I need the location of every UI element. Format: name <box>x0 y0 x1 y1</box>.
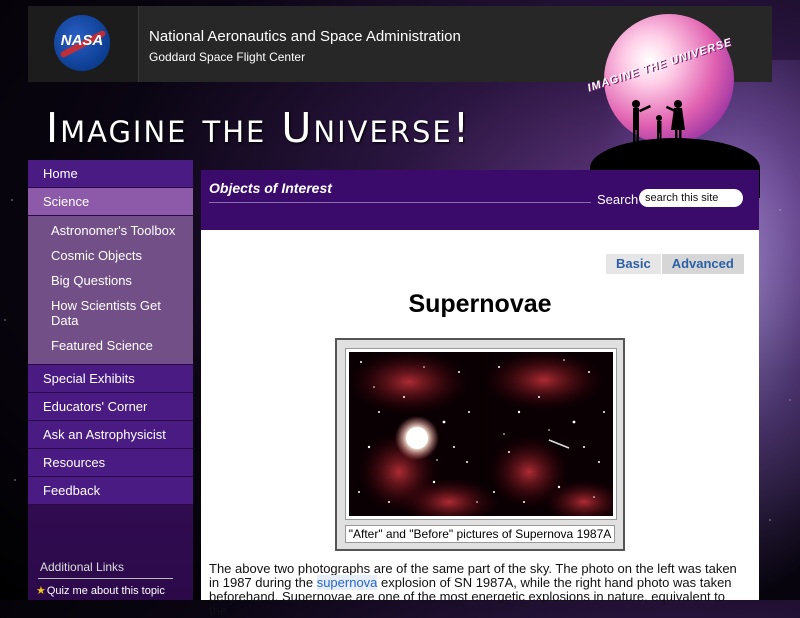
sidebar-subitem-astronomers-toolbox[interactable]: Astronomer's Toolbox <box>28 218 193 243</box>
sidebar-nav: Home Science Astronomer's Toolbox Cosmic… <box>28 160 193 600</box>
nasa-logo[interactable]: NASA <box>54 15 110 71</box>
nasa-logo-cell: NASA <box>28 6 139 82</box>
site-banner-title[interactable]: Imagine the Universe! <box>46 104 471 152</box>
sidebar-item-ask-an-astrophysicist[interactable]: Ask an Astrophysicist <box>28 421 193 449</box>
section-title: Objects of Interest <box>209 180 332 196</box>
section-header: Objects of Interest Search <box>201 170 759 230</box>
additional-links-heading: Additional Links <box>40 560 125 574</box>
search-label: Search <box>597 192 639 207</box>
sidebar-item-educators-corner[interactable]: Educators' Corner <box>28 393 193 421</box>
sidebar-item-feedback[interactable]: Feedback <box>28 477 193 505</box>
figure-caption: "After" and "Before" pictures of Superno… <box>345 525 615 543</box>
science-submenu: Astronomer's Toolbox Cosmic Objects Big … <box>28 216 193 365</box>
sidebar-item-special-exhibits[interactable]: Special Exhibits <box>28 365 193 393</box>
center-name[interactable]: Goddard Space Flight Center <box>149 50 305 64</box>
search-input[interactable] <box>639 189 743 207</box>
sidebar-item-science[interactable]: Science <box>28 188 193 216</box>
section-header-divider <box>209 202 591 203</box>
agency-name[interactable]: National Aeronautics and Space Administr… <box>149 28 461 45</box>
sidebar-item-home[interactable]: Home <box>28 160 193 188</box>
reading-level-tabs: Basic Advanced <box>606 254 745 274</box>
tab-basic[interactable]: Basic <box>606 254 662 274</box>
nasa-logo-text: NASA <box>60 32 104 49</box>
quiz-link-label: Quiz me about this topic <box>46 585 165 597</box>
quiz-link[interactable]: ★Quiz me about this topic <box>36 584 165 597</box>
body-paragraph: The above two photographs are of the sam… <box>209 562 741 618</box>
star-icon: ★ <box>36 585 46 597</box>
additional-links-divider <box>38 578 173 579</box>
figure-frame <box>345 348 617 520</box>
sidebar-subitem-featured-science[interactable]: Featured Science <box>28 333 193 358</box>
tab-advanced[interactable]: Advanced <box>661 254 745 274</box>
sidebar-subitem-cosmic-objects[interactable]: Cosmic Objects <box>28 243 193 268</box>
page-title: Supernovae <box>408 290 552 318</box>
sidebar-item-resources[interactable]: Resources <box>28 449 193 477</box>
sidebar-subitem-big-questions[interactable]: Big Questions <box>28 268 193 293</box>
sidebar-subitem-how-scientists-get-data[interactable]: How Scientists Get Data <box>28 293 193 333</box>
main-content: Objects of Interest Search Basic Advance… <box>201 170 759 618</box>
supernova-figure: "After" and "Before" pictures of Superno… <box>335 338 625 551</box>
supernova-photo[interactable] <box>349 352 613 516</box>
supernova-photo-image <box>349 352 613 516</box>
supernova-link[interactable]: supernova <box>316 575 378 590</box>
